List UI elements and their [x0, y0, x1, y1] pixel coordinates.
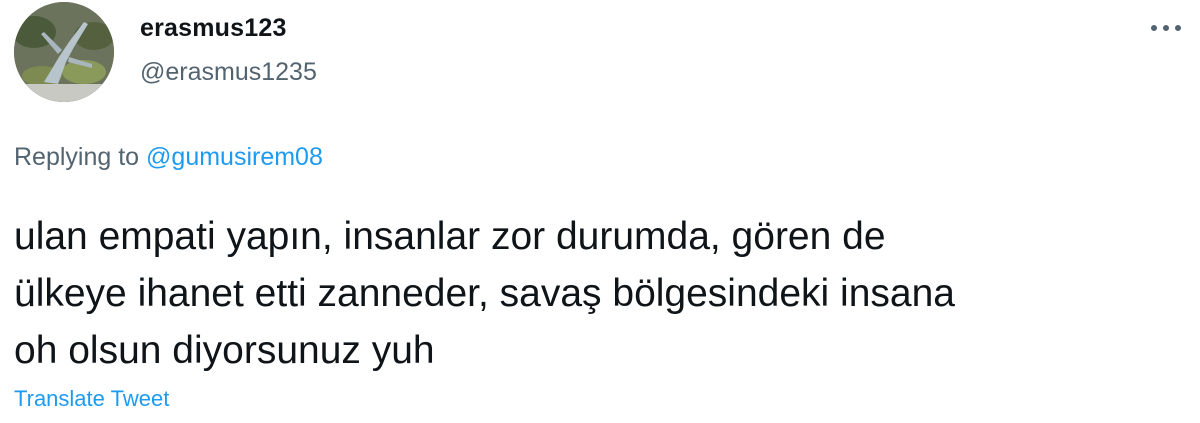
reply-mention-link[interactable]: @gumusirem08 — [146, 143, 323, 171]
display-name[interactable]: erasmus123 — [140, 14, 287, 43]
tweet: erasmus123 @erasmus1235 Replying to @gum… — [0, 0, 1200, 423]
tweet-text-line: oh olsun diyorsunuz yuh — [14, 329, 435, 372]
replying-to-label: Replying to — [14, 143, 140, 171]
tweet-text: ulan empati yapın, insanlar zor durumda,… — [14, 208, 1184, 379]
avatar[interactable] — [14, 2, 114, 102]
translate-tweet-link[interactable]: Translate Tweet — [14, 386, 169, 412]
tweet-text-line: ülkeye ihanet etti zanneder, savaş bölge… — [14, 272, 955, 315]
user-handle[interactable]: @erasmus1235 — [140, 58, 317, 87]
tweet-text-line: ulan empati yapın, insanlar zor durumda,… — [14, 215, 886, 258]
avatar-image — [14, 2, 114, 102]
more-horizontal-icon[interactable] — [1146, 16, 1186, 40]
replying-to: Replying to @gumusirem08 — [14, 143, 323, 172]
